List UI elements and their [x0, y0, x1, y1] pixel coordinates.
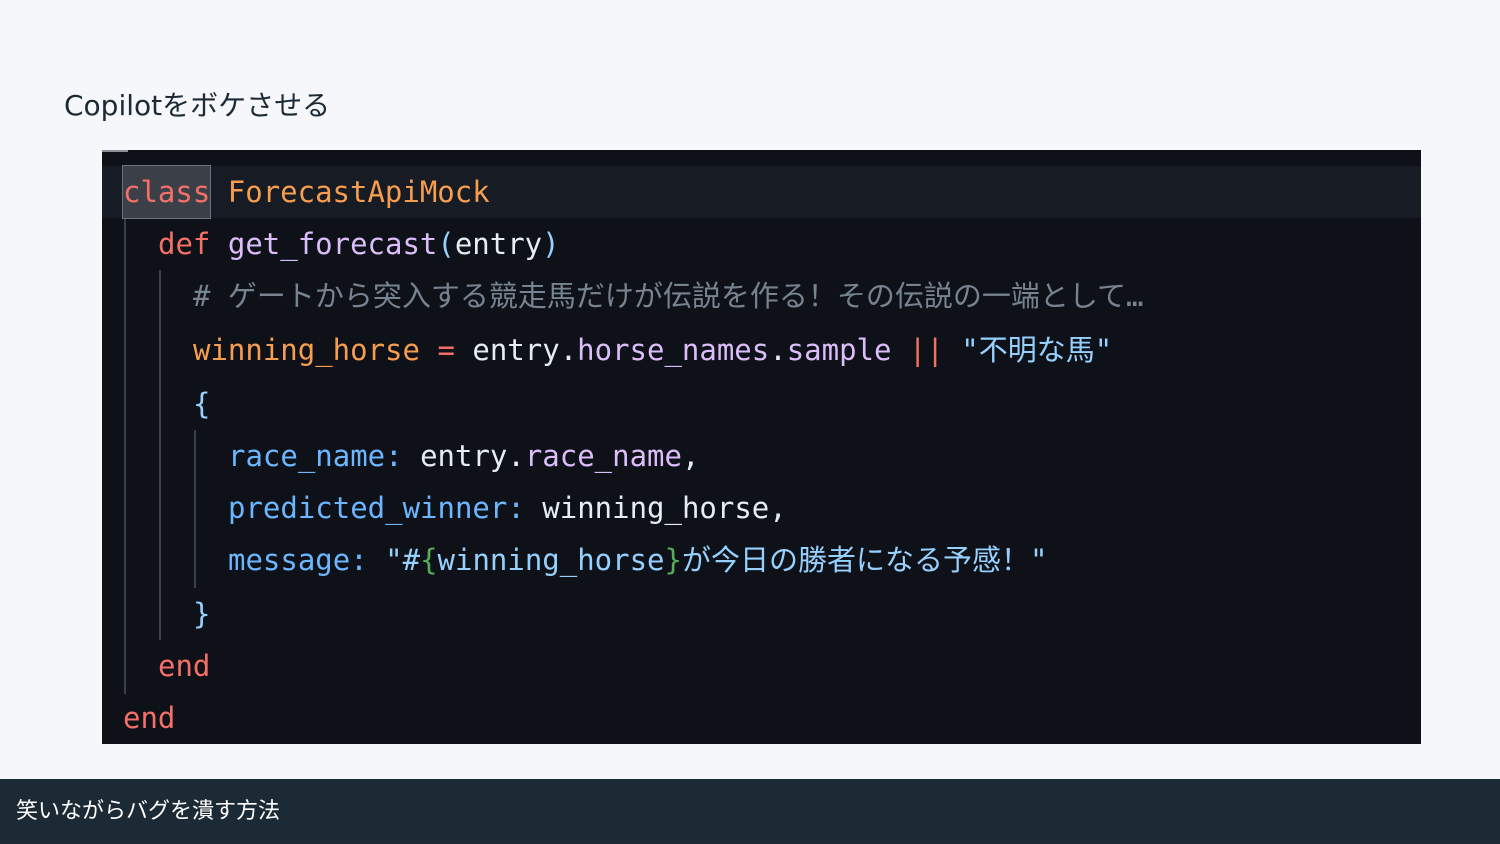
or-op: || — [891, 333, 962, 367]
code-line-7: predicted_winner: winning_horse, — [228, 482, 787, 534]
method-name: get_forecast — [227, 227, 438, 261]
footer-title: 笑いながらバグを潰す方法 — [16, 799, 281, 824]
code-screenshot: class ForecastApiMock def get_forecast(e… — [102, 150, 1421, 744]
footer-bar: 笑いながらバグを潰す方法 — [0, 779, 1500, 844]
code-line-3: # ゲートから突入する競走馬だけが伝説を作る！その伝説の一端として… — [193, 270, 1144, 322]
code-line-11: end — [123, 692, 175, 744]
class-name: ForecastApiMock — [227, 175, 490, 209]
indent-guide-hash — [194, 430, 196, 588]
method-sample: sample — [786, 333, 892, 367]
code-line-4: winning_horse = entry.horse_names.sample… — [193, 324, 1112, 376]
indent-guide-class — [124, 218, 126, 694]
slide-title: Copilotをボケさせる — [64, 89, 331, 122]
var-winning-horse: winning_horse — [193, 333, 420, 367]
comma-1: , — [681, 439, 700, 473]
code-line-1: class ForecastApiMock — [121, 165, 490, 219]
dot-2: . — [769, 333, 787, 367]
dot-3: . — [507, 439, 525, 473]
code-line-2: def get_forecast(entry) — [158, 218, 560, 270]
comment-text: # ゲートから突入する競走馬だけが伝説を作る！その伝説の一端として… — [193, 279, 1144, 313]
corner-mark — [102, 150, 128, 152]
method-horse-names: horse_names — [577, 333, 770, 367]
value-winning-horse: winning_horse, — [524, 491, 787, 525]
obj-entry: entry — [472, 333, 560, 367]
keyword-end-class: end — [123, 701, 176, 735]
string-start: "# — [367, 543, 421, 577]
code-line-10: end — [158, 640, 210, 692]
brace-open: { — [193, 387, 211, 421]
interp-open: { — [420, 543, 438, 577]
key-race-name: race_name: — [228, 439, 403, 473]
keyword-class: class — [121, 165, 212, 219]
dot-1: . — [559, 333, 578, 367]
paren-open: ( — [437, 227, 455, 261]
param-entry: entry — [454, 227, 543, 261]
code-line-8: message: "#{winning_horse}が今日の勝者になる予感！" — [228, 534, 1047, 586]
code-line-9: } — [193, 588, 210, 640]
keyword-end-def: end — [158, 649, 211, 683]
string-unknown-horse: "不明な馬" — [961, 333, 1113, 367]
key-message: message: — [228, 543, 368, 577]
string-rest: が今日の勝者になる予感！" — [682, 543, 1048, 577]
indent-guide-def — [159, 270, 161, 640]
interp-var: winning_horse — [437, 543, 665, 577]
prop-race-name: race_name — [524, 439, 682, 473]
interp-close: } — [664, 543, 682, 577]
key-predicted-winner: predicted_winner: — [228, 491, 525, 525]
obj-entry-2: entry — [402, 439, 508, 473]
code-line-5: { — [193, 378, 210, 430]
brace-close: } — [193, 597, 211, 631]
code-line-6: race_name: entry.race_name, — [228, 430, 699, 482]
paren-close: ) — [542, 227, 560, 261]
assign-op: = — [419, 333, 473, 367]
keyword-def: def — [158, 227, 211, 261]
